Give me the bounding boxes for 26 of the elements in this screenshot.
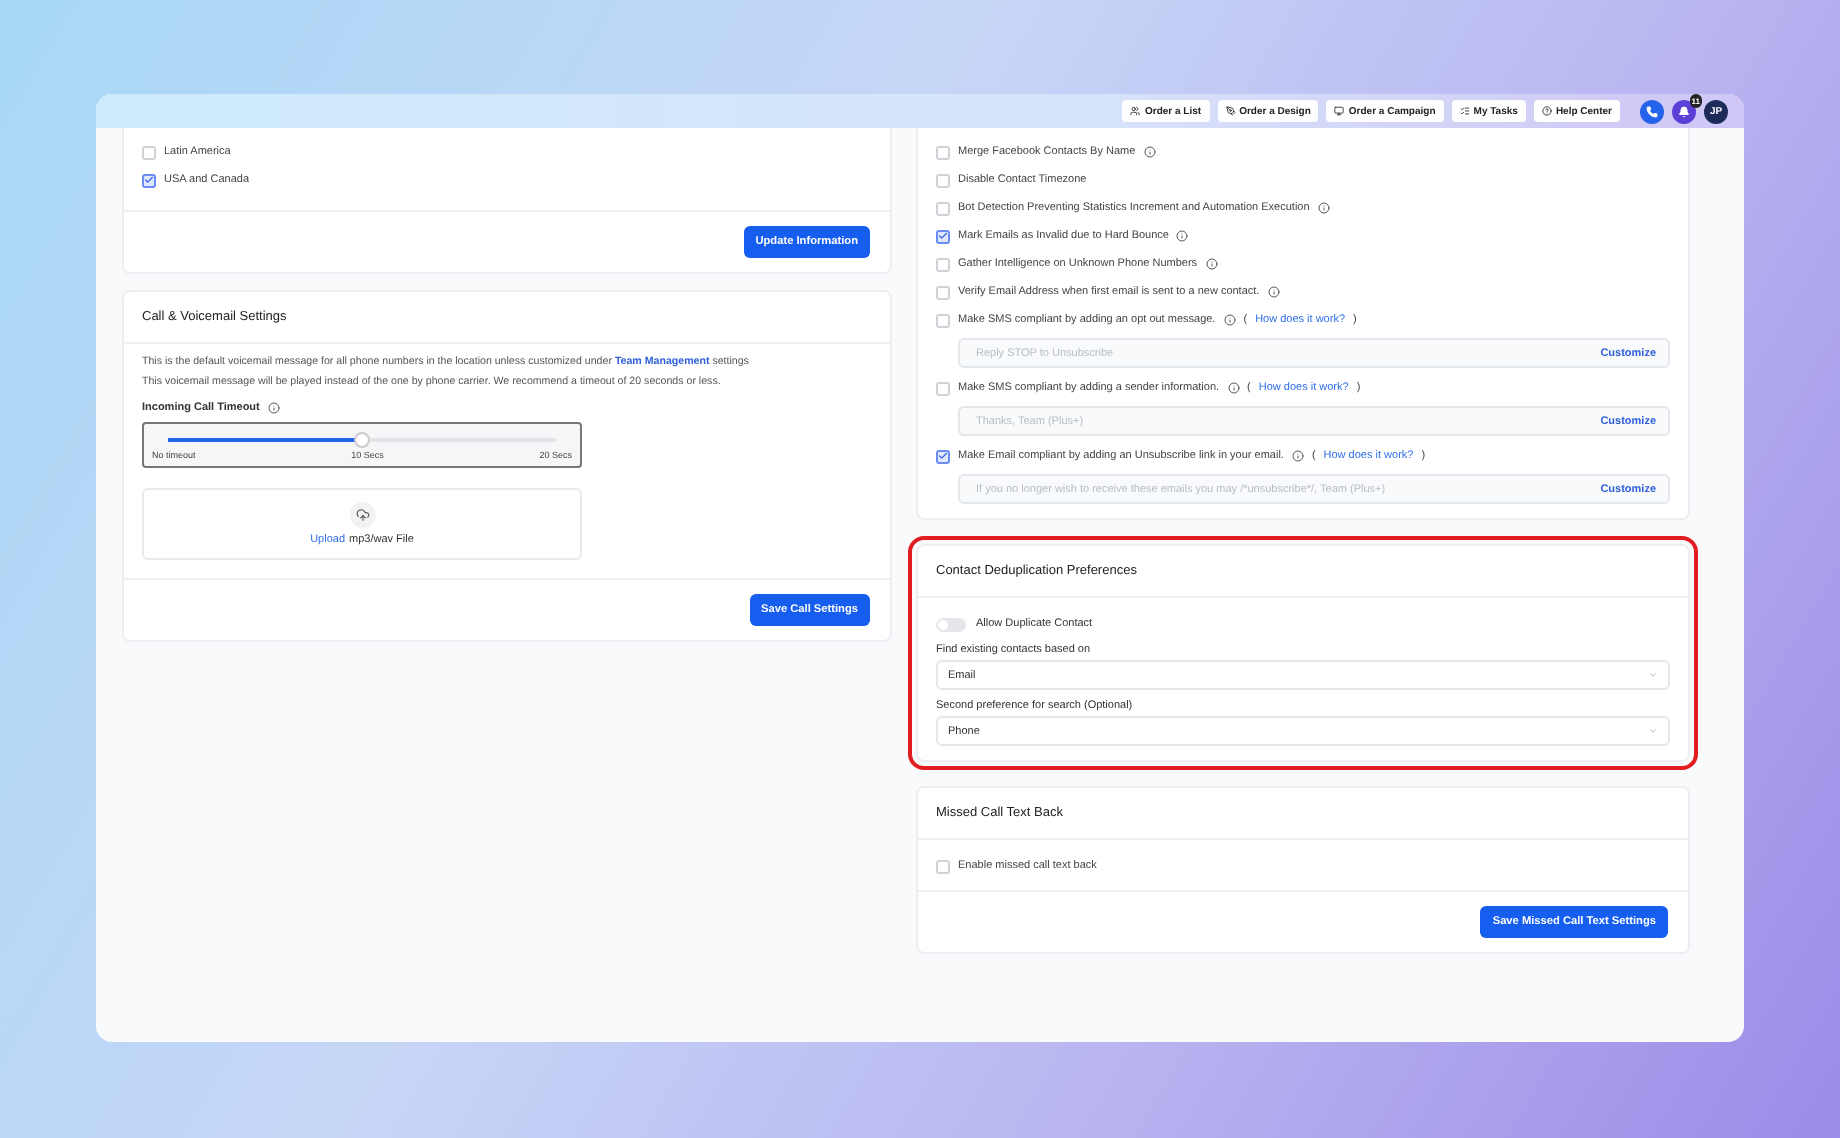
- checkbox[interactable]: [142, 173, 156, 187]
- checkbox[interactable]: [936, 313, 950, 327]
- monitor-icon: [1334, 106, 1345, 116]
- checkbox[interactable]: [936, 257, 950, 271]
- checkbox[interactable]: [936, 449, 950, 463]
- toggle-switch[interactable]: [936, 617, 966, 631]
- checkbox[interactable]: [936, 201, 950, 215]
- bell-icon: [1678, 105, 1690, 117]
- chevron-icon: [1648, 726, 1658, 736]
- checkbox[interactable]: [936, 229, 950, 243]
- checklist-icon: [1459, 106, 1470, 116]
- checkbox[interactable]: [936, 145, 950, 159]
- checkbox[interactable]: [936, 285, 950, 299]
- info-icon: [267, 402, 280, 414]
- phone-icon: [1646, 105, 1658, 117]
- checkbox[interactable]: [936, 173, 950, 187]
- question-icon: [1541, 106, 1552, 116]
- people-icon: [1130, 106, 1141, 116]
- checkbox[interactable]: [936, 859, 950, 873]
- pen-icon: [1225, 106, 1236, 116]
- checkbox[interactable]: [142, 145, 156, 159]
- slider-thumb[interactable]: [354, 432, 370, 448]
- upload-icon: [349, 502, 375, 528]
- phone-button[interactable]: [1640, 99, 1664, 123]
- chevron-icon: [1648, 670, 1658, 680]
- checkbox[interactable]: [936, 381, 950, 395]
